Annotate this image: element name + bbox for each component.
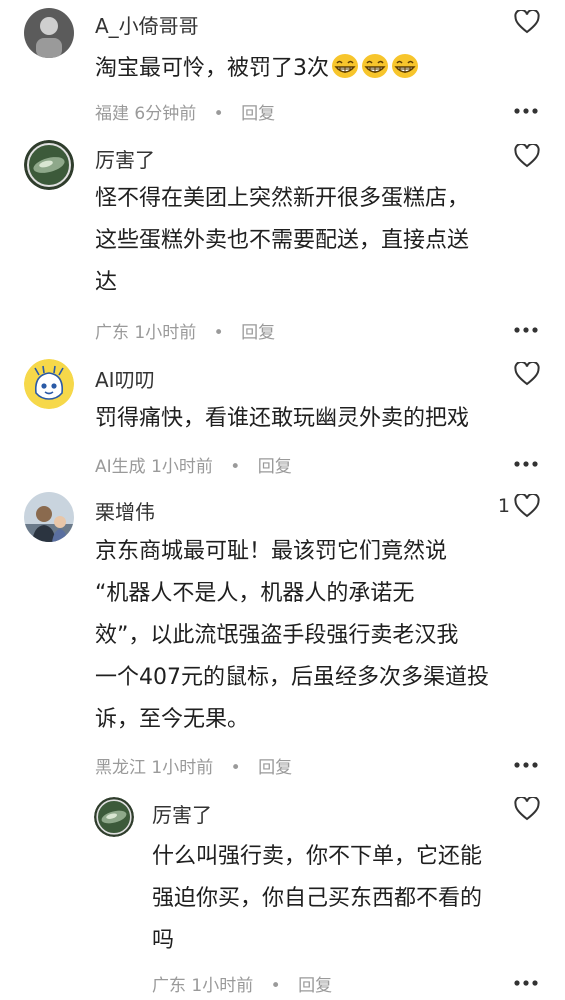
like-button[interactable]: 1 <box>498 494 540 518</box>
comment-text-content: 淘宝最可怜，被罚了3次 <box>95 56 329 81</box>
heart-icon <box>514 494 540 518</box>
comment-location: 福建 <box>95 104 129 124</box>
comment-item: A_小倚哥哥 淘宝最可怜，被罚了3次 福建 6分钟前 • 回复 <box>0 0 565 140</box>
reply-text-line: 什么叫强行卖，你不下单，它还能 <box>152 844 483 869</box>
reply-item: 厉害了 什么叫强行卖，你不下单，它还能 强迫你买，你自己买东西都不看的 吗 广东… <box>0 795 565 1000</box>
reply-username[interactable]: 厉害了 <box>152 799 212 828</box>
grin-emoji-icon <box>331 52 359 94</box>
comment-time: 6分钟前 <box>134 104 197 124</box>
comment-text-line: 诉，至今无果。 <box>95 707 250 732</box>
comment-location: 广东 <box>95 323 129 343</box>
like-button[interactable] <box>514 10 540 34</box>
comment-time: 1小时前 <box>151 457 213 477</box>
reply-link[interactable]: 回复 <box>241 323 275 343</box>
comment-meta: 广东 1小时前 • 回复 <box>95 318 275 343</box>
comment-time: 1小时前 <box>134 323 197 343</box>
meta-separator: • <box>230 758 241 778</box>
heart-icon <box>514 10 540 34</box>
reply-link[interactable]: 回复 <box>258 457 292 477</box>
avatar[interactable] <box>24 140 74 190</box>
more-options-icon[interactable] <box>513 107 539 115</box>
comment-text: 罚得痛快，看谁还敢玩幽灵外卖的把戏 <box>95 398 535 440</box>
comment-text-line: 效”，以此流氓强盗手段强行卖老汉我 <box>95 623 459 648</box>
comment-location: 黑龙江 <box>95 758 146 778</box>
meta-separator: • <box>230 457 241 477</box>
comment-item: AI叨叨 罚得痛快，看谁还敢玩幽灵外卖的把戏 AI生成 1小时前 • 回复 <box>0 355 565 485</box>
like-button[interactable] <box>514 797 540 821</box>
heart-icon <box>514 797 540 821</box>
comment-meta: AI生成 1小时前 • 回复 <box>95 452 292 477</box>
comment-username[interactable]: A_小倚哥哥 <box>95 10 199 39</box>
more-options-icon[interactable] <box>513 979 539 987</box>
avatar[interactable] <box>24 492 74 542</box>
meta-separator: • <box>270 976 281 996</box>
meta-separator: • <box>213 104 224 124</box>
heart-icon <box>514 144 540 168</box>
avatar[interactable] <box>24 359 74 409</box>
reply-text-line: 吗 <box>152 928 175 953</box>
comment-username[interactable]: 厉害了 <box>95 144 155 173</box>
comment-text-line: 怪不得在美团上突然新开很多蛋糕店， <box>95 186 470 211</box>
reply-link[interactable]: 回复 <box>241 104 275 124</box>
comment-item: 厉害了 怪不得在美团上突然新开很多蛋糕店， 这些蛋糕外卖也不需要配送，直接点送 … <box>0 140 565 355</box>
more-options-icon[interactable] <box>513 460 539 468</box>
reply-text-line: 强迫你买，你自己买东西都不看的 <box>152 886 483 911</box>
comment-location: AI生成 <box>95 457 146 477</box>
comment-time: 1小时前 <box>151 758 214 778</box>
like-count: 1 <box>497 495 510 517</box>
avatar[interactable] <box>24 8 74 58</box>
comment-username[interactable]: AI叨叨 <box>95 364 155 393</box>
reply-link[interactable]: 回复 <box>298 976 332 996</box>
comment-text-line: 达 <box>95 270 118 295</box>
meta-separator: • <box>213 323 224 343</box>
avatar[interactable] <box>94 797 134 837</box>
comment-meta: 黑龙江 1小时前 • 回复 <box>95 753 292 778</box>
reply-meta: 广东 1小时前 • 回复 <box>152 971 332 996</box>
comment-text-line: 罚得痛快，看谁还敢玩幽灵外卖的把戏 <box>95 406 470 431</box>
comment-meta: 福建 6分钟前 • 回复 <box>95 99 275 124</box>
comment-text-line: “机器人不是人，机器人的承诺无 <box>95 581 415 606</box>
heart-icon <box>514 362 540 386</box>
comment-text-line: 一个407元的鼠标，后虽经多次多渠道投 <box>95 665 489 690</box>
comment-item: 栗增伟 1 京东商城最可耻！最该罚它们竟然说 “机器人不是人，机器人的承诺无 效… <box>0 485 565 795</box>
comment-text-line: 京东商城最可耻！最该罚它们竟然说 <box>95 539 448 564</box>
comment-text: 淘宝最可怜，被罚了3次 <box>95 48 535 94</box>
more-options-icon[interactable] <box>513 761 539 769</box>
reply-text: 什么叫强行卖，你不下单，它还能 强迫你买，你自己买东西都不看的 吗 <box>152 836 537 962</box>
comment-text: 京东商城最可耻！最该罚它们竟然说 “机器人不是人，机器人的承诺无 效”，以此流氓… <box>95 531 535 741</box>
comment-text: 怪不得在美团上突然新开很多蛋糕店， 这些蛋糕外卖也不需要配送，直接点送 达 <box>95 178 535 304</box>
like-button[interactable] <box>514 362 540 386</box>
reply-link[interactable]: 回复 <box>258 758 292 778</box>
grin-emoji-icon <box>391 52 419 94</box>
reply-time: 1小时前 <box>191 976 254 996</box>
like-button[interactable] <box>514 144 540 168</box>
more-options-icon[interactable] <box>513 326 539 334</box>
reply-location: 广东 <box>152 976 186 996</box>
comment-text-line: 这些蛋糕外卖也不需要配送，直接点送 <box>95 228 470 253</box>
comment-username[interactable]: 栗增伟 <box>95 496 155 525</box>
grin-emoji-icon <box>361 52 389 94</box>
